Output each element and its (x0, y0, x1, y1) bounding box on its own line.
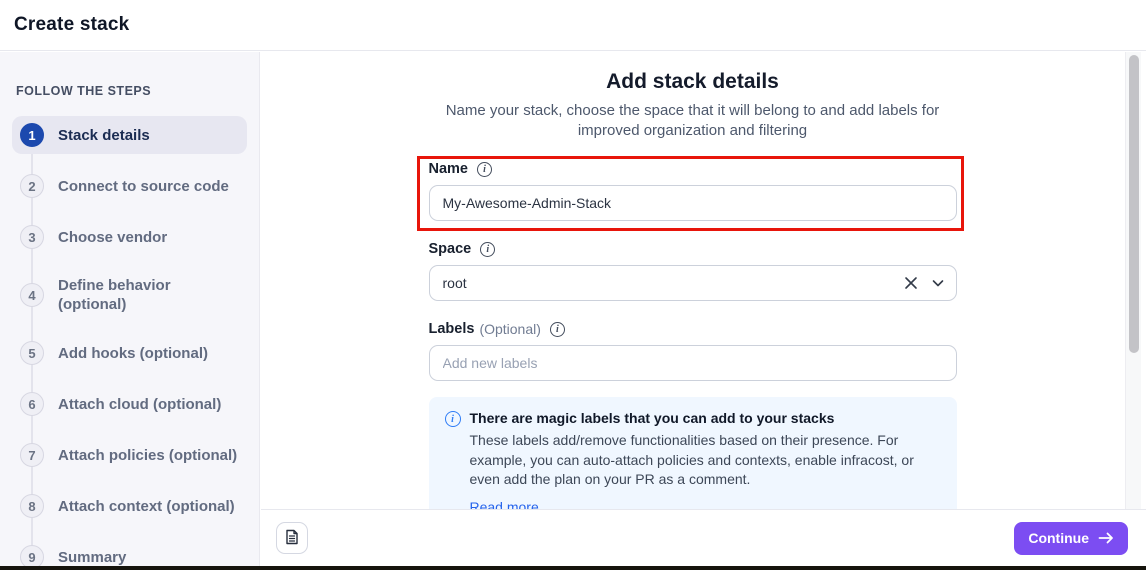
info-box-body: These labels add/remove functionalities … (470, 431, 941, 490)
info-icon[interactable]: i (480, 242, 495, 257)
file-text-icon (284, 529, 300, 548)
sidebar-step-choose-vendor[interactable]: 3 Choose vendor (12, 218, 247, 256)
info-icon[interactable]: i (477, 162, 492, 177)
stack-details-panel: Add stack details Name your stack, choos… (261, 52, 1146, 509)
step-number-badge: 5 (20, 341, 44, 365)
step-number-badge: 8 (20, 494, 44, 518)
info-circle-icon: i (445, 411, 461, 427)
labels-optional-tag: (Optional) (479, 321, 540, 337)
step-number-badge: 7 (20, 443, 44, 467)
sidebar-step-stack-details[interactable]: 1 Stack details (12, 116, 247, 154)
footer-bar: Continue (261, 509, 1146, 566)
page-title: Create stack (14, 14, 129, 36)
chevron-down-icon[interactable] (931, 276, 945, 290)
scrollbar-track[interactable] (1125, 52, 1141, 509)
screenshot-edge-strip (0, 566, 1146, 570)
steps-sidebar: FOLLOW THE STEPS 1 Stack details 2 Conne… (0, 52, 260, 570)
modal-header: Create stack (0, 0, 1146, 51)
labels-input[interactable] (429, 345, 957, 381)
labels-label: Labels (429, 321, 475, 337)
step-number-badge: 2 (20, 174, 44, 198)
name-field-group: Name i (429, 161, 957, 221)
section-subtitle: Name your stack, choose the space that i… (429, 101, 957, 141)
sidebar-step-attach-cloud[interactable]: 6 Attach cloud (optional) (12, 385, 247, 423)
space-label: Space (429, 241, 472, 257)
step-label: Attach cloud (optional) (58, 395, 221, 414)
space-select[interactable] (429, 265, 957, 301)
step-number-badge: 6 (20, 392, 44, 416)
continue-button-label: Continue (1028, 530, 1089, 546)
step-label: Choose vendor (58, 228, 167, 247)
step-number-badge: 1 (20, 123, 44, 147)
name-input[interactable] (429, 185, 957, 221)
info-icon[interactable]: i (550, 322, 565, 337)
continue-button[interactable]: Continue (1014, 522, 1128, 555)
sidebar-step-attach-policies[interactable]: 7 Attach policies (optional) (12, 436, 247, 474)
step-label: Add hooks (optional) (58, 344, 208, 363)
sidebar-step-add-hooks[interactable]: 5 Add hooks (optional) (12, 334, 247, 372)
step-number-badge: 4 (20, 283, 44, 307)
step-label: Define behavior (optional) (58, 276, 239, 314)
step-number-badge: 3 (20, 225, 44, 249)
section-title: Add stack details (429, 70, 957, 94)
labels-field-group: Labels (Optional) i (429, 321, 957, 381)
documentation-button[interactable] (276, 522, 308, 554)
sidebar-step-connect-source[interactable]: 2 Connect to source code (12, 167, 247, 205)
sidebar-step-define-behavior[interactable]: 4 Define behavior (optional) (12, 269, 247, 321)
step-label: Stack details (58, 126, 150, 145)
steps-list: 1 Stack details 2 Connect to source code… (12, 116, 247, 570)
step-label: Summary (58, 548, 126, 567)
step-label: Connect to source code (58, 177, 229, 196)
step-label: Attach context (optional) (58, 497, 235, 516)
step-label: Attach policies (optional) (58, 446, 237, 465)
name-label: Name (429, 161, 469, 177)
arrow-right-icon (1098, 531, 1114, 545)
clear-x-icon[interactable] (904, 276, 918, 290)
sidebar-heading: FOLLOW THE STEPS (16, 84, 247, 98)
sidebar-step-attach-context[interactable]: 8 Attach context (optional) (12, 487, 247, 525)
info-box-title: There are magic labels that you can add … (470, 410, 941, 426)
space-field-group: Space i (429, 241, 957, 301)
scrollbar-thumb[interactable] (1129, 55, 1139, 353)
